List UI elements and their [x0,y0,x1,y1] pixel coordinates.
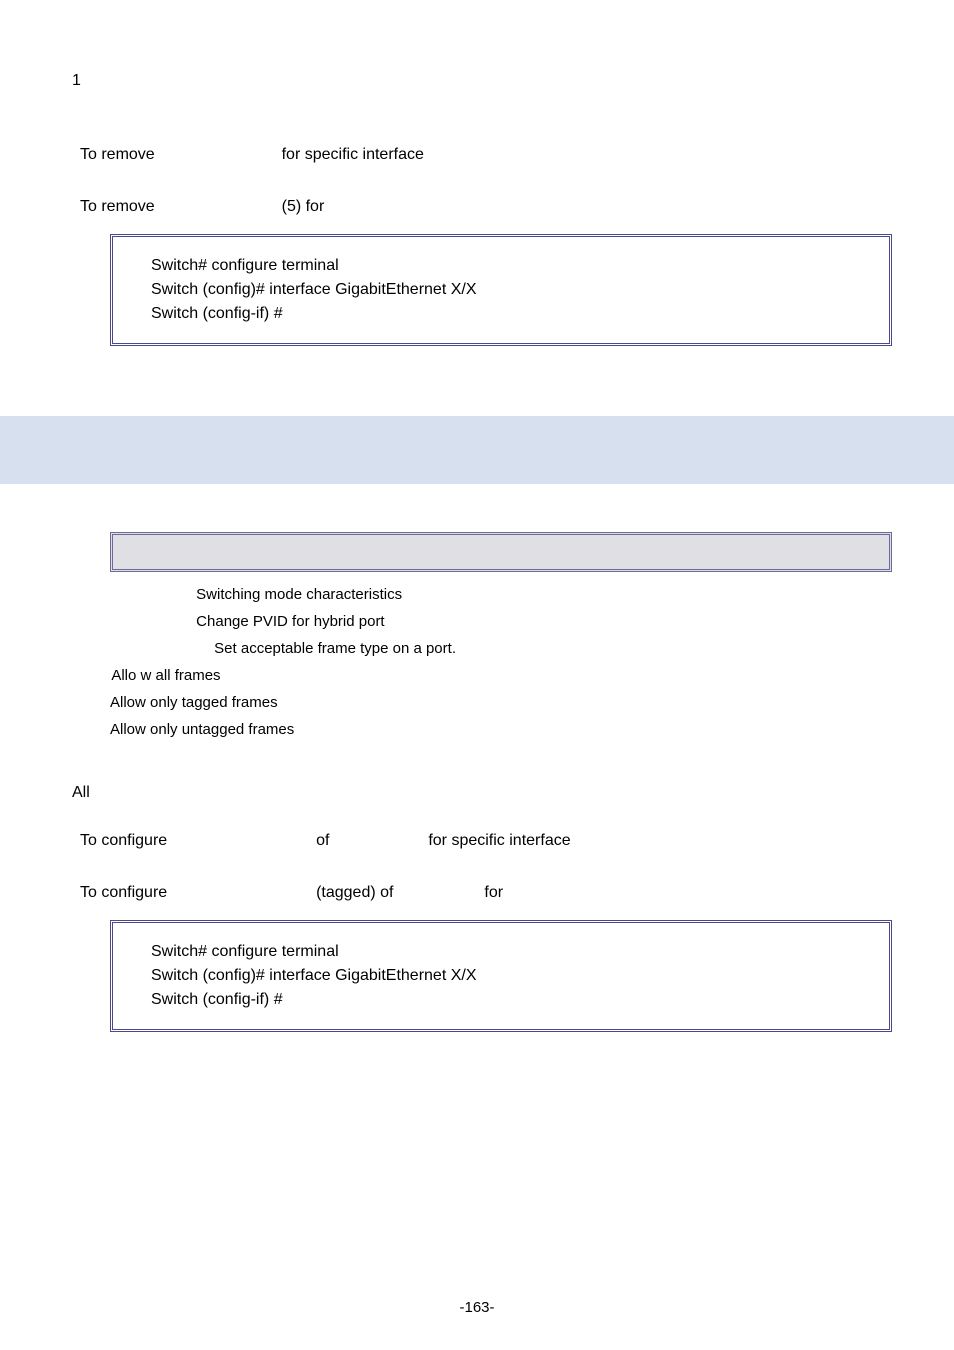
usage2-c: for specific interface [428,832,570,849]
syntax-line-1: Switching mode characteristics [142,586,882,603]
page-number: -163- [0,1299,954,1316]
code2-line1: Switch# configure terminal [151,943,851,961]
syntax-line-5: Allow only tagged frames [110,694,882,711]
usage-line-1: To remove for specific interface [72,146,882,164]
code-block-2: Switch# configure terminal Switch (confi… [110,920,892,1032]
example2-b: (tagged) of [316,884,393,901]
code1-line3: Switch (config-if) # [151,305,851,323]
syntax-header [110,532,892,572]
example2-c: for [484,884,503,901]
syntax-line-6: Allow only untagged frames [110,721,882,738]
usage1-a: To remove [80,146,155,163]
example1-a: To remove [80,198,155,215]
syntax-line-2: Change PVID for hybrid port [142,613,882,630]
syntax-line-3: Set acceptable frame type on a port. [100,640,882,657]
syn1-desc: Switching mode characteristics [196,586,402,603]
code-block-1: Switch# configure terminal Switch (confi… [110,234,892,346]
usage1-b: for specific interface [282,146,424,163]
usage2-b: of [316,832,329,849]
code1-line2: Switch (config)# interface GigabitEthern… [151,281,851,299]
example1-b: (5) for [282,198,325,215]
example2-a: To configure [80,884,167,901]
section-divider [0,416,954,484]
usage2-a: To configure [80,832,167,849]
syn6-desc: Allow only untagged frames [110,721,294,738]
syn2-desc: Change PVID for hybrid port [196,613,384,630]
usage-line-2: To configure of for specific interface [72,832,882,850]
syn5-desc: Allow only tagged frames [110,694,278,711]
code2-line3: Switch (config-if) # [151,991,851,1009]
top-number: 1 [72,72,882,90]
default-value: All [72,784,882,802]
syn4-desc: Allo w all frames [111,667,220,684]
syn3-desc: Set acceptable frame type on a port. [214,640,456,657]
code1-line1: Switch# configure terminal [151,257,851,275]
syntax-line-4: Allo w all frames [100,667,882,684]
code2-line2: Switch (config)# interface GigabitEthern… [151,967,851,985]
example-line-1: To remove (5) for [72,198,882,216]
example-line-2: To configure (tagged) of for [72,884,882,902]
